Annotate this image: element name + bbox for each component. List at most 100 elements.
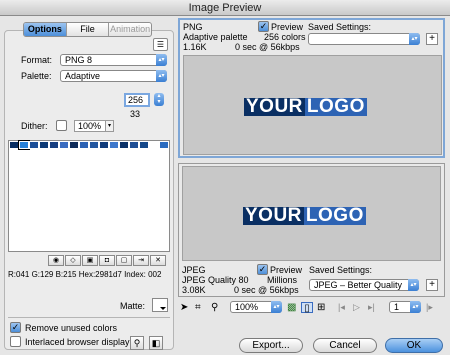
format-select[interactable]: PNG 8 ▴▾: [60, 54, 167, 66]
color-swatch[interactable]: [59, 141, 69, 149]
color-swatch[interactable]: [18, 140, 30, 150]
tab-animation[interactable]: Animation: [109, 23, 151, 36]
window-title: Image Preview: [0, 0, 450, 16]
interlaced-checkbox[interactable]: [10, 336, 21, 347]
two-up-view-icon[interactable]: ▯: [301, 302, 313, 314]
dither-label: Dither:: [21, 121, 48, 131]
color-swatch[interactable]: [79, 141, 89, 149]
color-swatch[interactable]: [119, 141, 129, 149]
top-preview-label: Preview: [271, 22, 304, 32]
color-swatch[interactable]: [99, 141, 109, 149]
logo-part1: YOUR: [243, 205, 304, 226]
web-snap-icon[interactable]: ◇: [65, 255, 81, 266]
bottom-format: JPEG: [182, 265, 206, 275]
bottom-colors: Millions: [267, 275, 298, 285]
color-swatch[interactable]: [149, 141, 159, 149]
top-colors: 256 colors: [264, 32, 306, 42]
page-value: 1: [394, 302, 400, 312]
browser-preview-icon[interactable]: ▩: [287, 302, 296, 313]
panel-menu-icon[interactable]: ☰: [153, 38, 168, 51]
ok-button[interactable]: OK: [385, 338, 443, 353]
color-swatch[interactable]: [39, 141, 49, 149]
color-swatch[interactable]: [109, 141, 119, 149]
remove-unused-label: Remove unused colors: [25, 323, 118, 333]
color-swatch[interactable]: [129, 141, 139, 149]
bottom-saved-settings-select[interactable]: JPEG – Better Quality ▴▾: [309, 279, 419, 291]
color-swatches: [9, 140, 169, 150]
bottom-saved-settings-value: JPEG – Better Quality: [314, 280, 403, 290]
first-frame-icon[interactable]: |◂: [338, 302, 345, 313]
format-label: Format:: [21, 55, 53, 65]
crop-icon[interactable]: ⌗: [195, 302, 201, 313]
bottom-preview-image: YOUR LOGO: [182, 166, 441, 261]
preview-pane-bottom[interactable]: YOUR LOGO JPEG JPEG Quality 80 3.08K ✓ P…: [178, 163, 445, 297]
color-info: R:041 G:129 B:215 Hex:2981d7 Index: 002: [8, 270, 162, 279]
top-saved-settings-label: Saved Settings:: [308, 22, 372, 32]
top-palette: Adaptive palette: [183, 32, 248, 42]
top-speed: 0 sec @ 56kbps: [235, 42, 300, 52]
bottom-size: 3.08K: [182, 285, 206, 295]
top-preview-checkbox[interactable]: ✓: [258, 21, 269, 32]
color-count: 33: [130, 109, 141, 119]
export-frame-icon[interactable]: ◧: [149, 336, 163, 350]
tab-options[interactable]: Options: [24, 23, 67, 36]
bottom-saved-settings-label: Saved Settings:: [309, 265, 373, 275]
palette-value: Adaptive: [65, 71, 101, 81]
cube-icon[interactable]: ▣: [82, 255, 98, 266]
tab-bar: Options File Animation: [23, 22, 152, 37]
last-frame-icon[interactable]: ▸|: [368, 302, 375, 313]
new-color-icon[interactable]: ▢: [116, 255, 132, 266]
export-button[interactable]: Export...: [239, 338, 303, 353]
next-frame-icon[interactable]: |▸: [426, 302, 433, 313]
page-select[interactable]: 1 ▴▾: [389, 301, 421, 313]
color-wheel-icon[interactable]: ◉: [48, 255, 64, 266]
cancel-button[interactable]: Cancel: [313, 338, 377, 353]
color-swatch[interactable]: [49, 141, 59, 149]
chevron-updown-icon: ▴▾: [156, 54, 167, 66]
play-icon[interactable]: ▷: [353, 302, 360, 313]
color-swatch[interactable]: [29, 141, 39, 149]
import-icon[interactable]: ⇥: [133, 255, 149, 266]
zoom-select[interactable]: 100% ▴▾: [230, 301, 282, 313]
color-swatch[interactable]: [89, 141, 99, 149]
color-swatch[interactable]: [159, 141, 169, 149]
logo-part2: LOGO: [303, 205, 366, 226]
dither-amount-input[interactable]: 100%: [74, 120, 106, 132]
bottom-speed: 0 sec @ 56kbps: [234, 285, 299, 295]
preview-pane-top[interactable]: PNG Adaptive palette 1.16K ✓ Preview 256…: [178, 18, 445, 158]
chevron-updown-icon: ▴▾: [409, 33, 420, 45]
remove-unused-checkbox[interactable]: ✓: [10, 322, 21, 333]
dither-amount-arrow-icon[interactable]: ▾: [105, 120, 114, 132]
chevron-updown-icon: ▴▾: [410, 301, 421, 313]
tab-file[interactable]: File: [67, 23, 110, 36]
palette-select[interactable]: Adaptive ▴▾: [60, 70, 167, 82]
matte-color-picker[interactable]: [152, 298, 168, 312]
dither-checkbox[interactable]: [56, 120, 67, 131]
pointer-icon[interactable]: ➤: [180, 302, 188, 313]
max-colors-input[interactable]: 256: [124, 93, 150, 107]
color-swatch[interactable]: [9, 141, 19, 149]
matte-label: Matte:: [120, 301, 146, 311]
bottom-preview-checkbox[interactable]: ✓: [257, 264, 268, 275]
top-saved-settings-select[interactable]: ▴▾: [308, 33, 420, 45]
preview-toolbar: ➤ ⌗ ⚲ 100% ▴▾ ▩ ▯ ⊞ |◂ ▷ ▸| 1 ▴▾ |▸: [178, 300, 445, 316]
trash-icon[interactable]: ✕: [150, 255, 166, 266]
divider: [8, 317, 170, 318]
magic-wand-icon[interactable]: ⚲: [130, 336, 144, 350]
top-add-setting-button[interactable]: +: [426, 33, 438, 45]
logo-image: YOUR LOGO: [243, 205, 366, 226]
color-swatch[interactable]: [139, 141, 149, 149]
max-colors-stepper[interactable]: ▴ ▾: [154, 93, 164, 106]
zoom-icon[interactable]: ⚲: [211, 302, 218, 313]
top-size: 1.16K: [183, 42, 207, 52]
chevron-updown-icon: ▴▾: [271, 301, 282, 313]
color-swatch[interactable]: [69, 141, 79, 149]
options-panel: Options File Animation ☰ Format: PNG 8 ▴…: [4, 19, 174, 350]
lock-icon[interactable]: ◘: [99, 255, 115, 266]
color-table[interactable]: [8, 140, 170, 252]
bottom-preview-label: Preview: [270, 265, 303, 275]
four-up-view-icon[interactable]: ⊞: [317, 302, 325, 313]
bottom-add-setting-button[interactable]: +: [426, 279, 438, 291]
logo-part1: YOUR: [244, 96, 305, 117]
top-format: PNG: [183, 22, 203, 32]
